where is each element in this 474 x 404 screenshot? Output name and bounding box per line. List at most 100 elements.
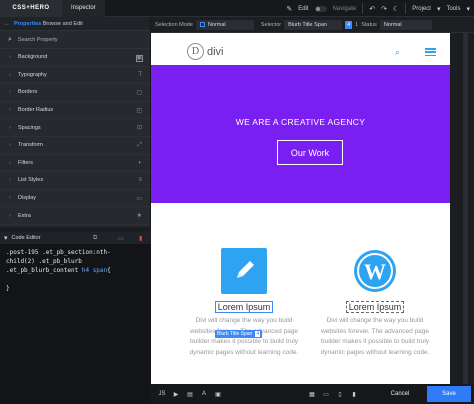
- edit-navigate-toggle[interactable]: [314, 5, 327, 12]
- hamburger-menu-icon[interactable]: [425, 48, 436, 56]
- divider: [362, 3, 364, 14]
- lock-icon[interactable]: ▭: [118, 235, 124, 242]
- chevron-down-icon[interactable]: ▾: [4, 234, 8, 242]
- preview-scrollbar[interactable]: [450, 33, 474, 384]
- image-icon: ▣: [136, 54, 142, 61]
- svg-text:W: W: [364, 259, 386, 284]
- selector-label: Selector: [260, 21, 282, 28]
- property-group-filters[interactable]: › Filters ◐: [0, 155, 150, 173]
- property-group-list-styles[interactable]: › List Styles ≡: [0, 172, 150, 190]
- top-right-controls: ✎ Edit Navigate ↶ ↷ ☾ Project ▾ Tools ▾: [286, 0, 470, 17]
- hero-section: WE ARE A CREATIVE AGENCY Our Work: [151, 65, 450, 203]
- app-logo: CSS+HERO: [0, 0, 62, 17]
- video-icon[interactable]: ▶: [169, 391, 183, 398]
- logo-mark: D: [187, 43, 204, 60]
- chevron-right-icon: ›: [9, 54, 11, 61]
- copy-icon[interactable]: ⧉: [93, 235, 97, 242]
- property-group-label: Borders: [18, 89, 38, 96]
- site-logo[interactable]: D divi: [187, 43, 224, 60]
- hero-title: WE ARE A CREATIVE AGENCY: [235, 117, 366, 127]
- blurb-title[interactable]: Lorem Ipsum: [345, 301, 405, 313]
- undo-icon[interactable]: ↶: [369, 5, 375, 13]
- status-select[interactable]: Normal: [379, 19, 432, 30]
- chevron-right-icon: ›: [9, 212, 11, 219]
- selection-settings-bar: Selection Mode Normal Selector Blurb Tit…: [151, 17, 474, 33]
- property-group-spacings[interactable]: › Spacings ⊡: [0, 119, 150, 137]
- star-icon: ★: [136, 213, 142, 220]
- tab-inspector[interactable]: Inspector: [62, 0, 105, 17]
- moon-icon[interactable]: ☾: [393, 5, 399, 13]
- save-button[interactable]: Save: [427, 386, 471, 402]
- our-work-button[interactable]: Our Work: [277, 140, 343, 165]
- navigate-mode-label[interactable]: Navigate: [333, 6, 357, 12]
- blurb-2: W Lorem Ipsum Divi will change the way y…: [315, 248, 435, 358]
- text-icon: T: [138, 71, 142, 78]
- code-line: }: [6, 285, 10, 292]
- redo-icon[interactable]: ↷: [381, 5, 387, 13]
- mobile-icon[interactable]: ▮: [347, 391, 361, 398]
- desktop-icon[interactable]: ▭: [319, 391, 333, 398]
- code-line: .et_pb_blurb_content h4 span{: [6, 267, 111, 274]
- property-group-label: Display: [18, 195, 37, 202]
- property-group-background[interactable]: › Background ▣: [0, 49, 150, 67]
- chevron-down-icon: ▾: [436, 5, 441, 13]
- property-group-transform[interactable]: › Transform ⤢: [0, 137, 150, 155]
- pencil-icon: ✎: [286, 5, 293, 13]
- property-group-borders[interactable]: › Borders ▢: [0, 84, 150, 102]
- blurb-1: Lorem Ipsum Divi will change the way you…: [184, 248, 304, 358]
- tablet-icon[interactable]: ▯: [333, 391, 347, 398]
- layers-icon[interactable]: ▤: [183, 391, 197, 398]
- js-button[interactable]: JS: [155, 391, 169, 397]
- inspector-header: ← Properties Browse and Edit: [0, 17, 150, 31]
- selection-icon: [199, 22, 205, 27]
- chevron-down-icon: ▾: [466, 5, 470, 13]
- inspector-title: Properties Browse and Edit: [14, 20, 83, 27]
- back-arrow-icon[interactable]: ←: [4, 21, 10, 27]
- image-icon[interactable]: ▣: [211, 391, 225, 398]
- property-group-border-radius[interactable]: › Border Radius ◰: [0, 102, 150, 120]
- selection-mode-select[interactable]: Normal: [195, 19, 254, 30]
- radius-icon: ◰: [136, 107, 142, 114]
- bottom-toolbar: JS ▶ ▤ A ▣ ▦ ▭ ▯ ▮ Cancel Save: [151, 384, 474, 404]
- property-group-label: Background: [18, 54, 48, 61]
- property-group-label: Filters: [18, 159, 33, 166]
- blurb-icon-box: [221, 248, 267, 294]
- trash-icon[interactable]: ▮: [139, 235, 142, 242]
- page-preview[interactable]: D divi ⌕ WE ARE A CREATIVE AGENCY Our Wo…: [151, 33, 450, 384]
- transform-icon: ⤢: [137, 141, 142, 148]
- font-icon[interactable]: A: [197, 391, 211, 397]
- edit-mode-label[interactable]: Edit: [298, 6, 308, 12]
- chevron-right-icon: ›: [9, 107, 11, 114]
- chevron-right-icon: ›: [9, 159, 11, 166]
- top-bar: CSS+HERO Inspector ✎ Edit Navigate ↶ ↷ ☾…: [0, 0, 474, 17]
- code-editor[interactable]: .post-195 .et_pb_section:nth- child(2) .…: [0, 244, 151, 386]
- search-input[interactable]: Search Property: [18, 37, 58, 43]
- chevron-right-icon: ›: [9, 71, 11, 78]
- property-search[interactable]: ⌕ Search Property: [0, 31, 150, 62]
- project-menu[interactable]: Project: [412, 6, 431, 12]
- selector-depth-badge[interactable]: 4: [345, 20, 353, 29]
- search-icon: ⌕: [8, 35, 12, 43]
- grid-icon[interactable]: ▦: [305, 391, 319, 398]
- property-group-label: Spacings: [18, 124, 41, 131]
- pencil-icon: [237, 261, 254, 278]
- tools-menu[interactable]: Tools: [446, 6, 460, 12]
- scrollbar-thumb[interactable]: [463, 33, 468, 384]
- property-group-label: Typography: [18, 71, 47, 78]
- wordpress-icon: W: [354, 250, 396, 292]
- cancel-button[interactable]: Cancel: [385, 391, 415, 397]
- blurb-title[interactable]: Lorem Ipsum: [214, 301, 274, 313]
- blurb-icon-box: W: [352, 248, 398, 294]
- search-icon[interactable]: ⌕: [395, 47, 400, 58]
- property-group-display[interactable]: › Display ▭: [0, 190, 150, 208]
- selector-select[interactable]: Blurb Title Span: [284, 19, 343, 30]
- code-line: child(2) .et_pb_blurb: [6, 258, 82, 265]
- property-group-typography[interactable]: › Typography T: [0, 67, 150, 85]
- property-group-extra[interactable]: › Extra ★: [0, 207, 150, 225]
- status-label: Status: [361, 21, 377, 28]
- property-group-label: Border Radius: [18, 107, 54, 114]
- chevron-right-icon: ›: [9, 195, 11, 202]
- border-icon: ▢: [136, 89, 142, 96]
- selection-tag: Blurb Title Span 4: [215, 330, 263, 338]
